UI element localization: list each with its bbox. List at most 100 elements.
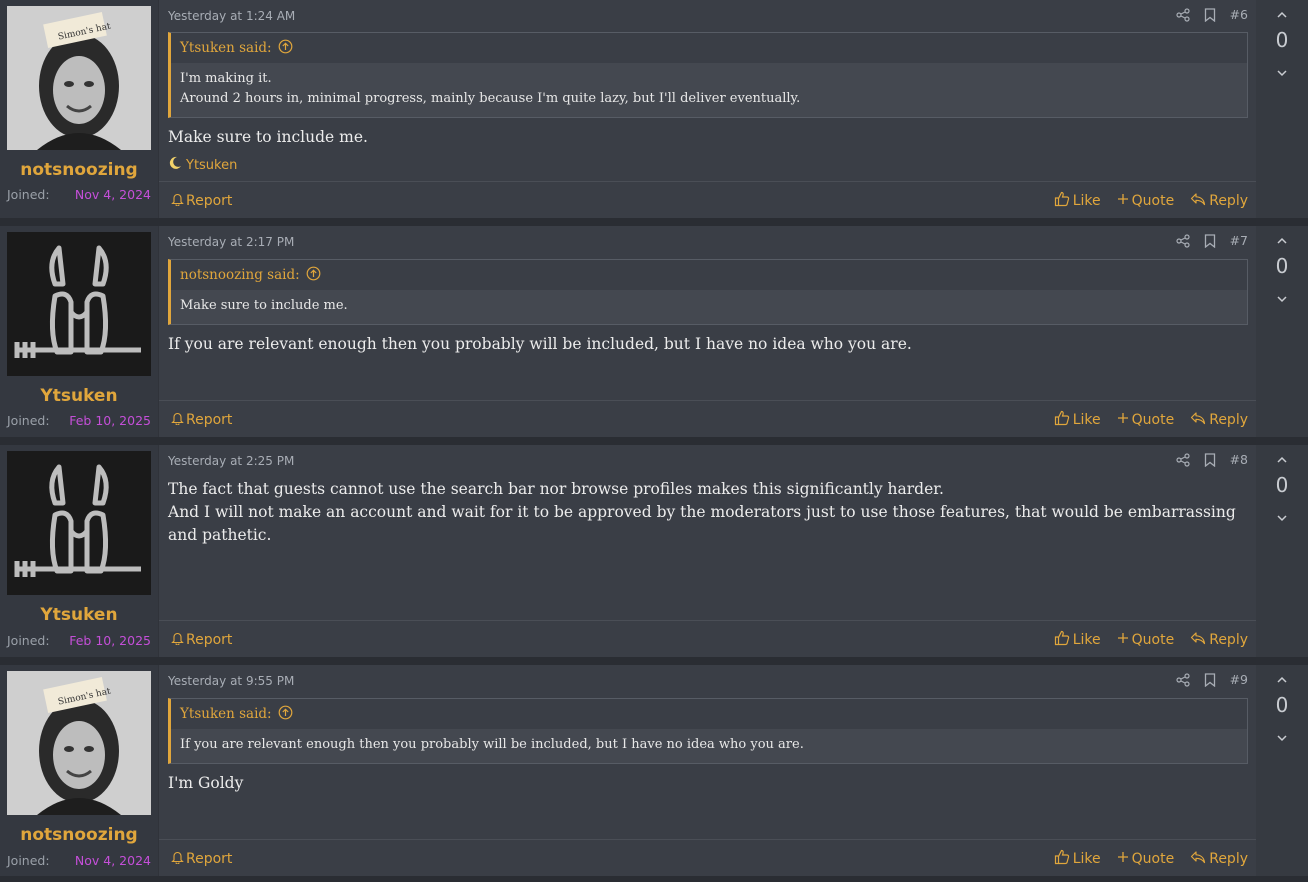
reply-label: Reply [1209,632,1248,648]
joined-date: Nov 4, 2024 [74,187,151,202]
upvote-chevron-icon[interactable] [1275,8,1289,27]
downvote-chevron-icon[interactable] [1275,292,1289,311]
avatar[interactable] [7,451,151,595]
arrow-up-circle-icon[interactable] [306,266,321,285]
post-number[interactable]: #9 [1230,672,1248,687]
joined-info: Joined: Nov 4, 2024 [7,853,151,868]
avatar[interactable]: Simon's hat [7,6,151,150]
like-button[interactable]: Like [1054,191,1101,211]
post-number[interactable]: #8 [1230,452,1248,467]
post-footer: Report Like Quote Reply [159,839,1256,878]
post-actions: Like Quote Reply [1054,410,1256,430]
reply-button[interactable]: Reply [1190,631,1248,649]
username[interactable]: Ytsuken [0,386,158,406]
post-tools: #8 [1175,452,1248,467]
quote-author[interactable]: notsnoozing said: [180,267,300,283]
arrow-up-circle-icon[interactable] [278,705,293,724]
bell-icon [171,411,184,429]
post-number[interactable]: #7 [1230,233,1248,248]
like-button[interactable]: Like [1054,849,1101,869]
joined-label: Joined: [7,413,50,428]
report-button[interactable]: Report [159,850,232,868]
report-button[interactable]: Report [159,411,232,429]
avatar[interactable] [7,232,151,376]
avatar[interactable]: Simon's hat [7,671,151,815]
vote-count: 0 [1275,473,1289,497]
reply-label: Reply [1209,851,1248,867]
post-date[interactable]: Yesterday at 2:17 PM [168,235,294,249]
like-label: Like [1072,193,1101,209]
post-date[interactable]: Yesterday at 2:25 PM [168,454,294,468]
joined-info: Joined: Feb 10, 2025 [7,413,151,428]
upvote-chevron-icon[interactable] [1275,453,1289,472]
downvote-chevron-icon[interactable] [1275,511,1289,530]
joined-label: Joined: [7,853,50,868]
share-icon[interactable] [1175,452,1190,467]
message-line: Make sure to include me. [168,128,368,146]
bookmark-icon[interactable] [1204,233,1216,248]
username[interactable]: notsnoozing [0,160,158,180]
quote-header[interactable]: notsnoozing said: [171,260,1247,290]
arrow-up-circle-icon[interactable] [278,39,293,58]
post-number[interactable]: #6 [1230,7,1248,22]
bookmark-icon[interactable] [1204,7,1216,22]
share-icon[interactable] [1175,233,1190,248]
post-actions: Like Quote Reply [1054,849,1256,869]
quote-header[interactable]: Ytsuken said: [171,33,1247,63]
post-date[interactable]: Yesterday at 9:55 PM [168,674,294,688]
like-label: Like [1072,632,1101,648]
post-footer: Report Like Quote Reply [159,620,1256,659]
plus-icon [1117,851,1129,867]
quote-label: Quote [1131,412,1175,428]
quote-line: Around 2 hours in, minimal progress, mai… [180,91,801,106]
joined-info: Joined: Nov 4, 2024 [7,187,151,202]
joined-date: Feb 10, 2025 [69,413,151,428]
reply-button[interactable]: Reply [1190,850,1248,868]
quote-label: Quote [1131,193,1175,209]
quote-block: notsnoozing said: Make sure to include m… [168,259,1248,325]
reply-label: Reply [1209,193,1248,209]
share-icon[interactable] [1175,672,1190,687]
post-message: I'm Goldy [168,772,1236,795]
quote-button[interactable]: Quote [1117,412,1175,428]
quote-button[interactable]: Quote [1117,193,1175,209]
vote-cell: 0 [1256,0,1308,218]
reaction-summary[interactable]: Ytsuken [168,156,237,174]
reaction-user[interactable]: Ytsuken [186,158,237,173]
like-button[interactable]: Like [1054,410,1101,430]
quote-author[interactable]: Ytsuken said: [180,40,272,56]
user-cell: Simon's hat notsnoozing Joined: Nov 4, 2… [0,665,159,876]
reply-icon [1190,411,1206,429]
quote-line: Make sure to include me. [180,298,348,313]
like-button[interactable]: Like [1054,630,1101,650]
joined-info: Joined: Feb 10, 2025 [7,633,151,648]
user-cell: Ytsuken Joined: Feb 10, 2025 [0,445,159,657]
quote-button[interactable]: Quote [1117,632,1174,648]
bookmark-icon[interactable] [1204,452,1216,467]
post-7: Ytsuken Joined: Feb 10, 2025 Yesterday a… [0,226,1308,437]
post-footer: Report Like Quote Reply [159,400,1256,439]
joined-label: Joined: [7,187,50,202]
quote-header[interactable]: Ytsuken said: [171,699,1247,729]
username[interactable]: notsnoozing [0,825,158,845]
share-icon[interactable] [1175,7,1190,22]
downvote-chevron-icon[interactable] [1275,66,1289,85]
downvote-chevron-icon[interactable] [1275,731,1289,750]
bookmark-icon[interactable] [1204,672,1216,687]
message-line: And I will not make an account and wait … [168,503,1236,544]
upvote-chevron-icon[interactable] [1275,673,1289,692]
username[interactable]: Ytsuken [0,605,158,625]
plus-icon [1117,632,1129,648]
post-date[interactable]: Yesterday at 1:24 AM [168,9,295,23]
plus-icon [1117,193,1129,209]
post-body: Yesterday at 1:24 AM #6 Ytsuken said: I'… [159,0,1256,218]
quote-author[interactable]: Ytsuken said: [180,706,272,722]
upvote-chevron-icon[interactable] [1275,234,1289,253]
quote-button[interactable]: Quote [1117,851,1174,867]
reply-button[interactable]: Reply [1190,411,1248,429]
reply-button[interactable]: Reply [1190,192,1248,210]
report-button[interactable]: Report [159,192,232,210]
report-button[interactable]: Report [159,631,232,649]
quote-content: Make sure to include me. [171,290,1247,324]
post-6: Simon's hat notsnoozing Joined: Nov 4, 2… [0,0,1308,218]
